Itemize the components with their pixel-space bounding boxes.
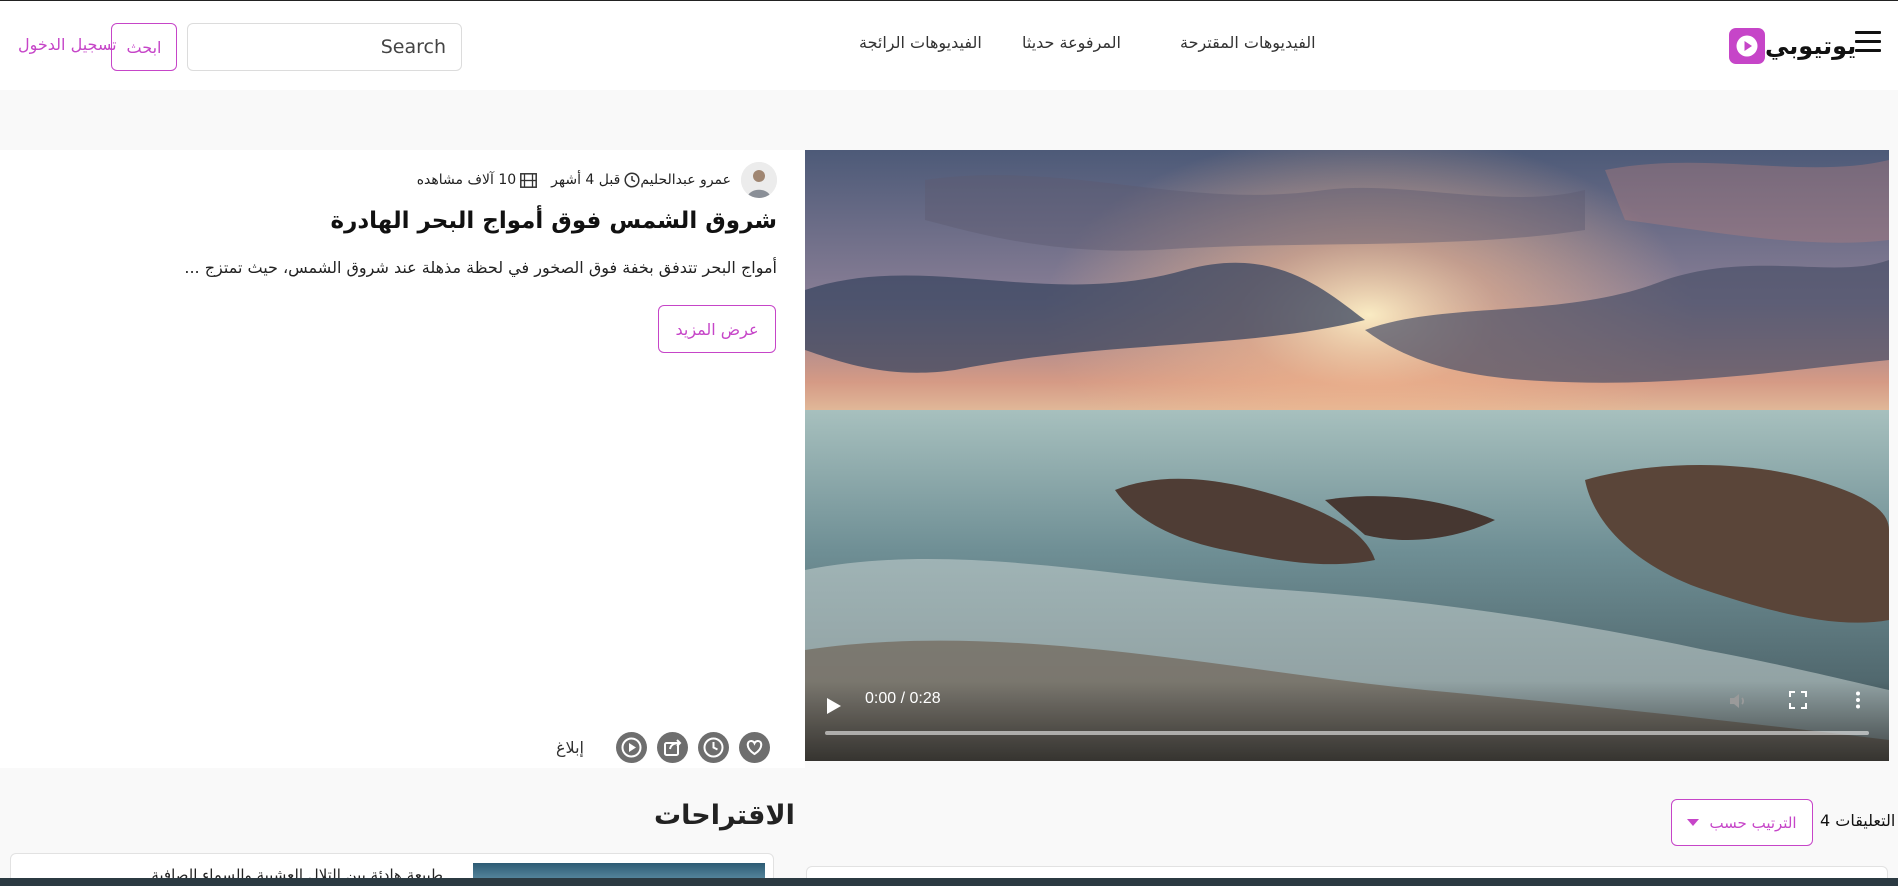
published-time: قبل 4 أشهر [551,172,621,188]
search-button[interactable]: ابحث [111,23,177,71]
video-frame-image [805,150,1889,761]
video-title: شروق الشمس فوق أمواج البحر الهادرة [330,208,777,234]
video-actions: إبلاغ [556,730,780,764]
caret-down-icon [1687,819,1700,826]
report-link[interactable]: إبلاغ [556,738,584,757]
published-meta: قبل 4 أشهر [551,172,640,188]
avatar[interactable] [741,162,777,198]
more-options-icon[interactable] [1855,691,1861,709]
nav-suggested-videos[interactable]: الفيديوهات المقترحة [1180,33,1316,52]
fullscreen-icon[interactable] [1789,691,1807,709]
play-icon[interactable] [827,698,841,714]
views-meta: 10 آلاف مشاهده [416,172,538,188]
sort-dropdown-button[interactable]: الترتيب حسب [1671,799,1813,846]
channel-author[interactable]: عمرو عبدالحليم [640,162,777,198]
search-input[interactable] [187,23,462,71]
site-logo[interactable]: يوتيوبي [1729,26,1864,66]
video-player[interactable]: 0:00 / 0:28 [805,150,1889,761]
volume-muted-icon[interactable] [1727,690,1749,712]
film-icon [520,172,538,188]
show-more-button[interactable]: عرض المزيد [658,305,776,353]
progress-bar[interactable] [825,731,1869,735]
video-meta-row: 10 آلاف مشاهده قبل 4 أشهر عمرو عبدالحليم [403,162,777,198]
time-display: 0:00 / 0:28 [865,690,941,707]
login-link[interactable]: تسجيل الدخول [18,35,117,54]
suggestions-heading: الاقتراحات [654,800,795,831]
nav-recently-uploaded[interactable]: المرفوعة حديثا [1022,33,1121,52]
comments-count: التعليقات 4 [1820,811,1896,830]
watch-later-icon[interactable] [698,731,729,763]
play-logo-icon [1729,28,1765,64]
top-header: يوتيوبي الفيديوهات المقترحة المرفوعة حدي… [0,1,1898,90]
clock-icon [624,172,640,188]
share-icon[interactable] [657,731,688,763]
os-taskbar [0,878,1898,886]
views-count: 10 آلاف مشاهده [416,172,517,188]
heart-icon[interactable] [739,731,770,763]
author-name: عمرو عبدالحليم [640,172,731,188]
video-description: أمواج البحر تتدفق بخفة فوق الصخور في لحظ… [184,258,777,277]
video-info-panel: 10 آلاف مشاهده قبل 4 أشهر عمرو عبدالحليم… [0,150,805,768]
play-circle-icon[interactable] [616,731,647,763]
sort-label: الترتيب حسب [1709,813,1797,832]
nav-trending-videos[interactable]: الفيديوهات الرائجة [859,33,982,52]
logo-text: يوتيوبي [1765,32,1857,60]
